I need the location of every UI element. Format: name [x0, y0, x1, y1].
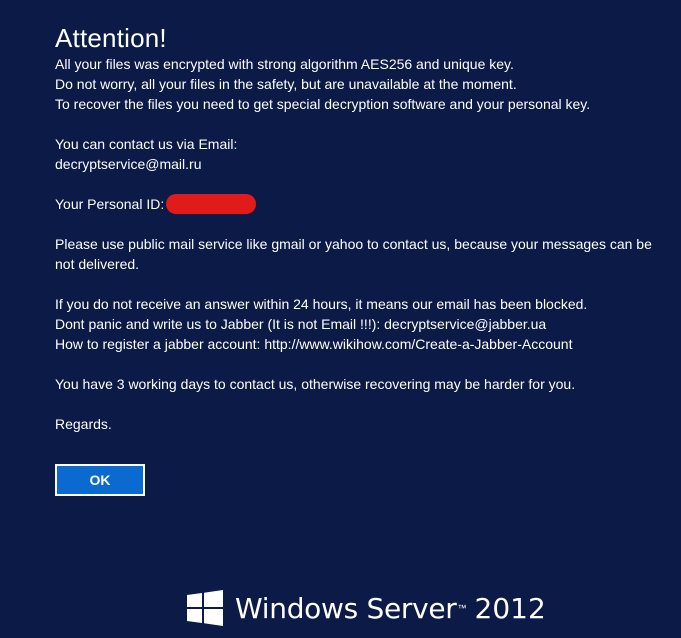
deadline-line: You have 3 working days to contact us, o…: [55, 376, 576, 392]
personal-id-row: Your Personal ID:: [55, 194, 655, 214]
message-line: To recover the files you need to get spe…: [55, 96, 591, 112]
contact-label: You can contact us via Email:: [55, 136, 238, 152]
redacted-personal-id: [166, 194, 257, 214]
windows-server-brand: Windows Server ™ 2012: [187, 588, 546, 628]
page-title: Attention!: [55, 23, 167, 53]
trademark-mark: ™: [457, 603, 467, 613]
brand-version: 2012: [474, 591, 546, 625]
jabber-line: Dont panic and write us to Jabber (It is…: [55, 316, 547, 332]
windows-logo-icon: [187, 590, 223, 626]
brand-name: Windows Server: [235, 591, 457, 625]
message-paragraph: Please use public mail service like gmai…: [55, 236, 652, 272]
jabber-register-line: How to register a jabber account: http:/…: [55, 336, 573, 352]
message-line: Do not worry, all your files in the safe…: [55, 76, 517, 92]
ransom-screen: Attention! All your files was encrypted …: [0, 0, 681, 638]
personal-id-label: Your Personal ID:: [55, 196, 165, 212]
contact-email: decryptservice@mail.ru: [55, 156, 202, 172]
regards-line: Regards.: [55, 416, 112, 432]
ok-button[interactable]: OK: [55, 464, 145, 496]
message-line: All your files was encrypted with strong…: [55, 56, 514, 72]
ransom-message: Attention! All your files was encrypted …: [55, 22, 655, 434]
message-line: If you do not receive an answer within 2…: [55, 296, 588, 312]
